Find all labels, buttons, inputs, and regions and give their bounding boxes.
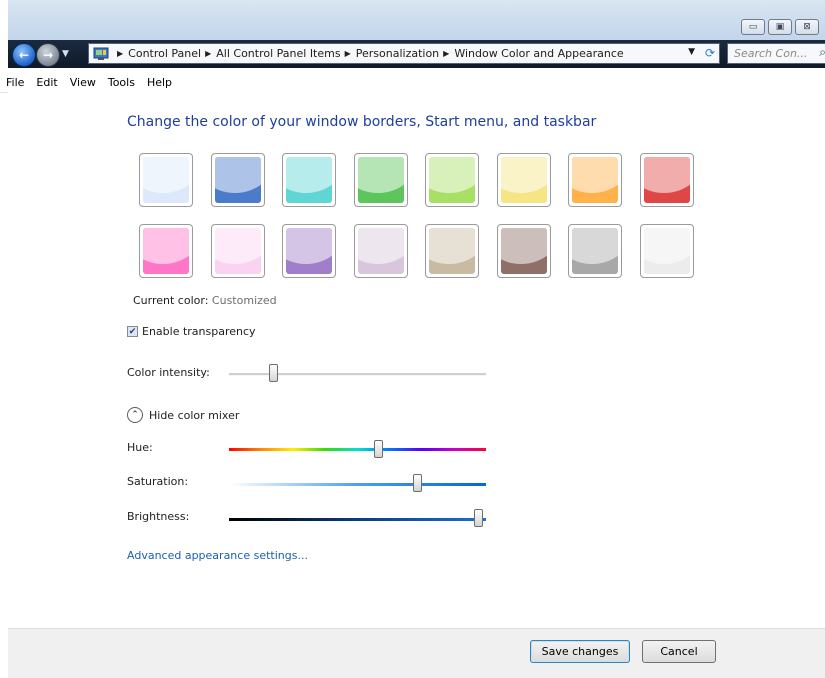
breadcrumb-separator-icon[interactable]: ▶ [345,49,351,58]
swatch-fill [214,157,261,203]
swatch-fill [643,157,690,203]
forward-button[interactable]: → [36,43,60,67]
color-swatch[interactable] [496,224,551,278]
swatch-fill [429,157,475,203]
transparency-label: Enable transparency [142,325,256,338]
swatch-fill [286,228,332,274]
breadcrumb-item[interactable]: Window Color and Appearance [454,47,623,60]
control-panel-icon [93,47,109,60]
footer-bar: Save changes Cancel [8,628,825,678]
page-heading: Change the color of your window borders,… [127,114,597,130]
navigation-bar: ← → ▼ ▶ Control Panel ▶ All Control Panel I… [8,40,825,68]
breadcrumb-item[interactable]: All Control Panel Items [216,47,340,60]
color-swatch[interactable] [496,153,551,207]
intensity-track[interactable] [229,373,486,376]
swatch-fill [357,157,404,203]
swatch-fill [214,228,261,274]
current-color-value: Customized [211,294,277,307]
close-icon: ⊠ [803,22,811,32]
current-color: Current color: Customized [133,294,277,307]
menu-edit[interactable]: Edit [30,76,63,89]
saturation-track[interactable] [229,483,486,486]
swatch-fill [357,228,404,274]
brightness-slider-thumb[interactable] [474,509,484,527]
swatch-fill [500,157,547,203]
menu-tools[interactable]: Tools [102,76,141,89]
maximize-button[interactable]: ▣ [768,19,792,35]
swatch-fill [500,228,547,274]
hue-slider-thumb[interactable] [374,440,384,458]
color-swatch[interactable] [568,224,622,278]
refresh-icon[interactable]: ⟳ [705,46,715,60]
saturation-label: Saturation: [127,475,189,488]
color-swatch[interactable] [568,153,622,207]
color-swatch[interactable] [282,224,336,278]
color-swatch[interactable] [353,153,408,207]
swatch-fill [143,157,189,203]
breadcrumb-item[interactable]: Personalization [356,47,439,60]
color-swatch[interactable] [353,224,408,278]
hue-label: Hue: [127,441,153,454]
forward-arrow-icon: → [42,48,54,62]
swatch-fill [572,228,618,274]
swatch-fill [143,228,189,274]
color-mixer-toggle[interactable]: ⌃ Hide color mixer [127,407,239,423]
swatch-fill [429,228,475,274]
menu-file[interactable]: File [0,76,30,89]
current-color-label: Current color: [133,294,209,307]
color-mixer-label: Hide color mixer [149,408,240,422]
chevron-up-icon[interactable]: ⌃ [127,407,143,423]
content-pane: Change the color of your window borders,… [8,92,825,628]
intensity-slider-thumb[interactable] [268,364,278,382]
close-button[interactable]: ⊠ [795,19,819,35]
save-changes-button[interactable]: Save changes [530,640,630,663]
brightness-label: Brightness: [127,510,190,523]
cancel-button[interactable]: Cancel [642,640,716,663]
checkmark-icon: ✔ [128,326,137,337]
breadcrumb-separator-icon[interactable]: ▶ [443,49,449,58]
transparency-option[interactable]: ✔ Enable transparency [127,325,256,338]
swatch-fill [643,228,690,274]
recent-pages-dropdown[interactable]: ▼ [62,49,69,59]
minimize-button[interactable]: ▭ [741,19,765,35]
color-swatch[interactable] [639,153,694,207]
swatch-fill [572,157,618,203]
color-swatch[interactable] [282,153,336,207]
color-swatch[interactable] [639,224,694,278]
breadcrumb: ▶ Control Panel ▶ All Control Panel Items ▶ P… [113,47,624,60]
minimize-icon: ▭ [748,22,758,32]
color-swatch[interactable] [425,224,479,278]
color-swatch[interactable] [425,153,479,207]
menu-bar: File Edit View Tools Help [0,72,825,93]
search-input[interactable]: Search Con... ⌕ [727,43,825,64]
menu-view[interactable]: View [64,76,102,89]
search-icon[interactable]: ⌕ [819,45,825,60]
title-bar: ▭ ▣ ⊠ [8,0,825,40]
color-swatch[interactable] [139,153,193,207]
window-controls: ▭ ▣ ⊠ [741,19,819,35]
swatch-fill [286,157,332,203]
address-dropdown-icon[interactable]: ▼ [688,47,695,57]
maximize-icon: ▣ [775,22,785,32]
hue-track[interactable] [229,448,486,451]
color-swatch[interactable] [210,153,265,207]
address-bar[interactable]: ▶ Control Panel ▶ All Control Panel Items ▶ P… [88,43,720,64]
search-placeholder: Search Con... [734,47,808,60]
transparency-checkbox[interactable]: ✔ [127,326,138,337]
intensity-label: Color intensity: [127,366,210,379]
breadcrumb-separator-icon[interactable]: ▶ [205,49,211,58]
back-arrow-icon: ← [18,48,30,62]
advanced-appearance-link[interactable]: Advanced appearance settings... [127,549,308,562]
window: ▭ ▣ ⊠ ← → ▼ ▶ Control Panel ▶ All Control P… [0,0,825,678]
saturation-slider-thumb[interactable] [412,474,422,492]
breadcrumb-item[interactable]: Control Panel [128,47,201,60]
breadcrumb-separator-icon[interactable]: ▶ [117,49,123,58]
color-swatch[interactable] [139,224,193,278]
back-button[interactable]: ← [12,43,36,67]
brightness-track[interactable] [229,518,486,521]
color-swatch[interactable] [210,224,265,278]
menu-help[interactable]: Help [141,76,178,89]
